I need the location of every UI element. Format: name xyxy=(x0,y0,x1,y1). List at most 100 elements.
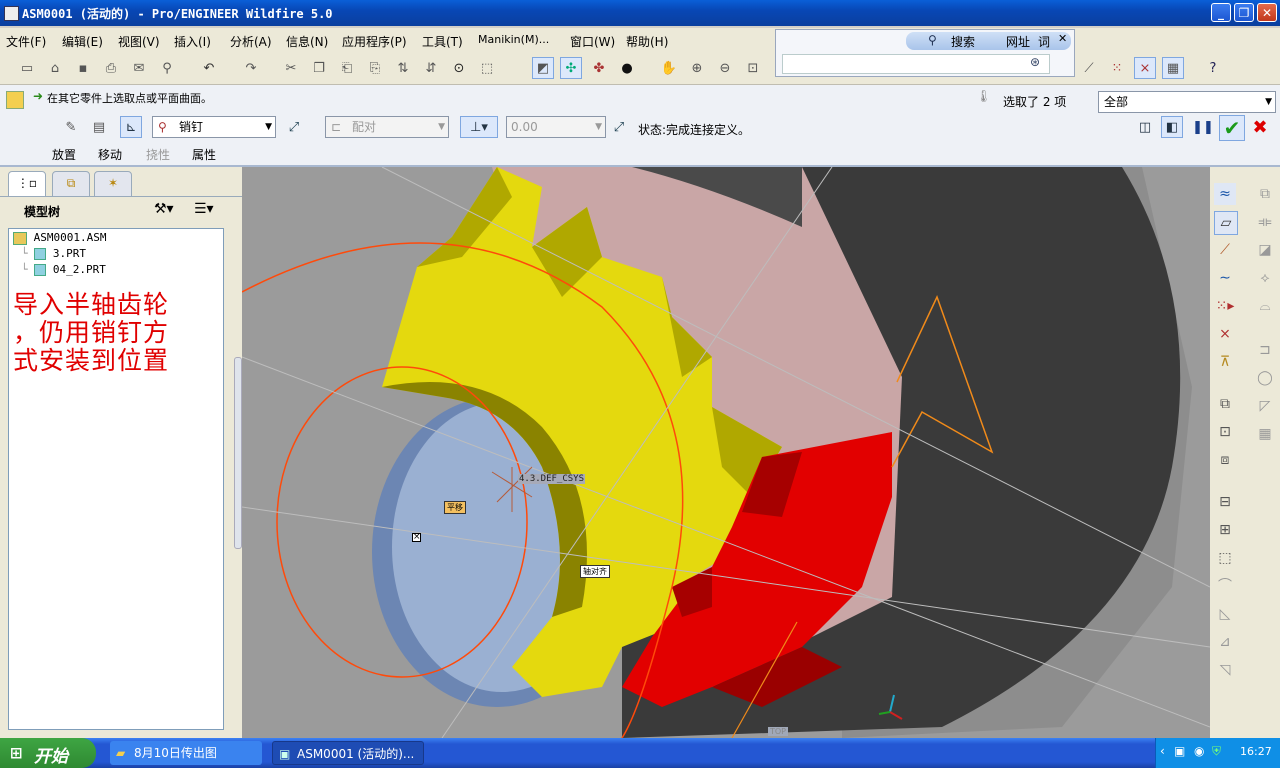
volume-icon[interactable]: ◉ xyxy=(1194,744,1204,758)
task-proe[interactable]: ▣ ASM0001 (活动的)... xyxy=(272,741,424,765)
datum-axis-icon[interactable]: ⟋ xyxy=(1214,239,1236,261)
confirm-button[interactable]: ✔ xyxy=(1219,115,1245,141)
menu-file[interactable]: 文件(F) xyxy=(6,33,46,50)
tab-placement[interactable]: 放置 xyxy=(52,146,76,163)
repaint-icon[interactable]: ◩ xyxy=(532,57,554,79)
offset-feature-icon[interactable]: ◯ xyxy=(1254,367,1276,389)
axis-align-tag[interactable]: 轴对齐 xyxy=(580,565,610,578)
shading-icon[interactable]: ● xyxy=(616,57,638,79)
mirror-component-icon[interactable]: ⧈ xyxy=(1214,449,1236,471)
undo-icon[interactable]: ↶ xyxy=(198,57,220,79)
zoom-out-icon[interactable]: ⊖ xyxy=(714,57,736,79)
menu-view[interactable]: 视图(V) xyxy=(118,33,160,50)
assembly-window-icon[interactable]: ◧ xyxy=(1161,116,1183,138)
word-button[interactable]: 词 xyxy=(1038,33,1050,50)
hole-tool-icon[interactable]: ⊟ xyxy=(1214,491,1236,513)
pattern-feature-icon[interactable]: ▦ xyxy=(1254,423,1276,445)
shell-tool-icon[interactable]: ◹ xyxy=(1214,659,1236,681)
regen-manager-icon[interactable]: ⇵ xyxy=(420,57,442,79)
extend-feature-icon[interactable]: ⊐ xyxy=(1254,339,1276,361)
menu-help[interactable]: 帮助(H) xyxy=(626,33,668,50)
round-tool-icon[interactable]: ⌒ xyxy=(1214,575,1236,597)
csys-display-icon[interactable]: ⨯ xyxy=(1134,57,1156,79)
paste-icon[interactable]: ⎗ xyxy=(336,57,358,79)
extrude-tool-icon[interactable]: ⊞ xyxy=(1214,519,1236,541)
chamfer-tool-icon[interactable]: ◺ xyxy=(1214,603,1236,625)
new-file-icon[interactable]: ▭ xyxy=(16,57,38,79)
start-button[interactable]: ⊞ 开始 xyxy=(0,738,96,768)
network-icon[interactable]: ▣ xyxy=(1174,744,1185,758)
menu-manikin[interactable]: Manikin(M)... xyxy=(478,33,549,46)
merge-feature-icon[interactable]: ◪ xyxy=(1254,239,1276,261)
csys-tool-icon[interactable]: ⨯ xyxy=(1214,323,1236,345)
user-defined-icon[interactable]: ✎ xyxy=(60,116,82,138)
menu-applications[interactable]: 应用程序(P) xyxy=(342,33,407,50)
revolve-tool-icon[interactable]: ⬚ xyxy=(1214,547,1236,569)
copy-feature-icon[interactable]: ⧉ xyxy=(1254,183,1276,205)
cancel-button[interactable]: ✖ xyxy=(1249,116,1271,138)
maximize-button[interactable]: ❐ xyxy=(1234,3,1254,22)
orient-mode-icon[interactable]: ✤ xyxy=(588,57,610,79)
copy-icon[interactable]: ❐ xyxy=(308,57,330,79)
regenerate-icon[interactable]: ⇅ xyxy=(392,57,414,79)
constraint-set-select[interactable]: ⚲ 销钉 ▼ xyxy=(152,116,276,138)
context-help-icon[interactable]: ? xyxy=(1202,57,1224,79)
tab-folder-browser[interactable]: ⧉ xyxy=(52,171,90,197)
thicken-feature-icon[interactable]: ◸ xyxy=(1254,395,1276,417)
security-shield-icon[interactable]: ⛨ xyxy=(1212,744,1221,759)
selection-filter[interactable]: 全部 ▼ xyxy=(1098,91,1276,113)
go-icon[interactable]: ⊛ xyxy=(1030,55,1040,69)
search-input[interactable] xyxy=(782,54,1050,74)
datum-point-display-icon[interactable]: ⁙ xyxy=(1106,57,1128,79)
separate-window-icon[interactable]: ◫ xyxy=(1134,116,1156,138)
pause-button[interactable]: ❚❚ xyxy=(1192,116,1214,138)
open-file-icon[interactable]: ⌂ xyxy=(44,57,66,79)
select-box-icon[interactable]: ⬚ xyxy=(476,57,498,79)
menu-edit[interactable]: 编辑(E) xyxy=(62,33,103,50)
minimize-button[interactable]: _ xyxy=(1211,3,1231,22)
menu-window[interactable]: 窗口(W) xyxy=(570,33,615,50)
tree-item-part[interactable]: └ 3.PRT xyxy=(21,247,86,260)
save-icon[interactable]: ▪ xyxy=(72,57,94,79)
send-mail-icon[interactable]: ✉ xyxy=(128,57,150,79)
url-button[interactable]: 网址 xyxy=(1006,33,1030,50)
sketch-tool-icon[interactable]: ≈ xyxy=(1214,183,1236,205)
cut-icon[interactable]: ✂ xyxy=(280,57,302,79)
close-button[interactable]: ✕ xyxy=(1257,3,1277,22)
datum-point-icon[interactable]: ⁙▸ xyxy=(1214,295,1236,317)
create-component-icon[interactable]: ⊡ xyxy=(1214,421,1236,443)
tree-filters-icon[interactable]: ☰▾ xyxy=(194,201,214,217)
tree-item-assembly[interactable]: ASM0001.ASM xyxy=(13,231,106,245)
connection-mode-icon[interactable]: ⊾ xyxy=(120,116,142,138)
menu-info[interactable]: 信息(N) xyxy=(286,33,328,50)
handle-marker[interactable]: × xyxy=(412,533,421,542)
send-link-icon[interactable]: ⚲ xyxy=(156,57,178,79)
tray-expand-icon[interactable]: ‹ xyxy=(1160,744,1165,758)
refit-icon[interactable]: ⊡ xyxy=(742,57,764,79)
tab-flexibility[interactable]: 挠性 xyxy=(146,146,170,163)
tab-properties[interactable]: 属性 xyxy=(192,146,216,163)
find-icon[interactable]: ⊙ xyxy=(448,57,470,79)
datum-curve-icon[interactable]: ∼ xyxy=(1214,267,1236,289)
datum-axis-display-icon[interactable]: ⟋ xyxy=(1078,57,1100,79)
zoom-in-icon[interactable]: ⊕ xyxy=(686,57,708,79)
menu-tools[interactable]: 工具(T) xyxy=(422,33,463,50)
menu-insert[interactable]: 插入(I) xyxy=(174,33,211,50)
tree-item-part[interactable]: └ 04_2.PRT xyxy=(21,263,106,276)
mirror-feature-icon[interactable]: ⟚ xyxy=(1254,211,1276,233)
constraint-type-select[interactable]: ⊏ 配对 ▼ xyxy=(325,116,449,138)
close-icon[interactable]: ✕ xyxy=(1058,32,1067,45)
task-folder[interactable]: ▰ 8月10日传出图 xyxy=(110,741,262,765)
print-icon[interactable]: ⎙ xyxy=(100,57,122,79)
mechanism-icon[interactable]: ▤ xyxy=(88,116,110,138)
draft-tool-icon[interactable]: ⊿ xyxy=(1214,631,1236,653)
tab-favorites[interactable]: ✶ xyxy=(94,171,132,197)
tab-model-tree[interactable]: ⋮▫ xyxy=(8,171,46,197)
spin-center-icon[interactable]: ✣ xyxy=(560,57,582,79)
intersect-feature-icon[interactable]: ⌓ xyxy=(1254,295,1276,317)
translate-tag[interactable]: 平移 xyxy=(444,501,466,514)
paste-special-icon[interactable]: ⎘ xyxy=(364,57,386,79)
offset-value-input[interactable]: 0.00 ▼ xyxy=(506,116,606,138)
analysis-tool-icon[interactable]: ⊼ xyxy=(1214,351,1236,373)
offset-type-button[interactable]: ⊥▾ xyxy=(460,116,498,138)
